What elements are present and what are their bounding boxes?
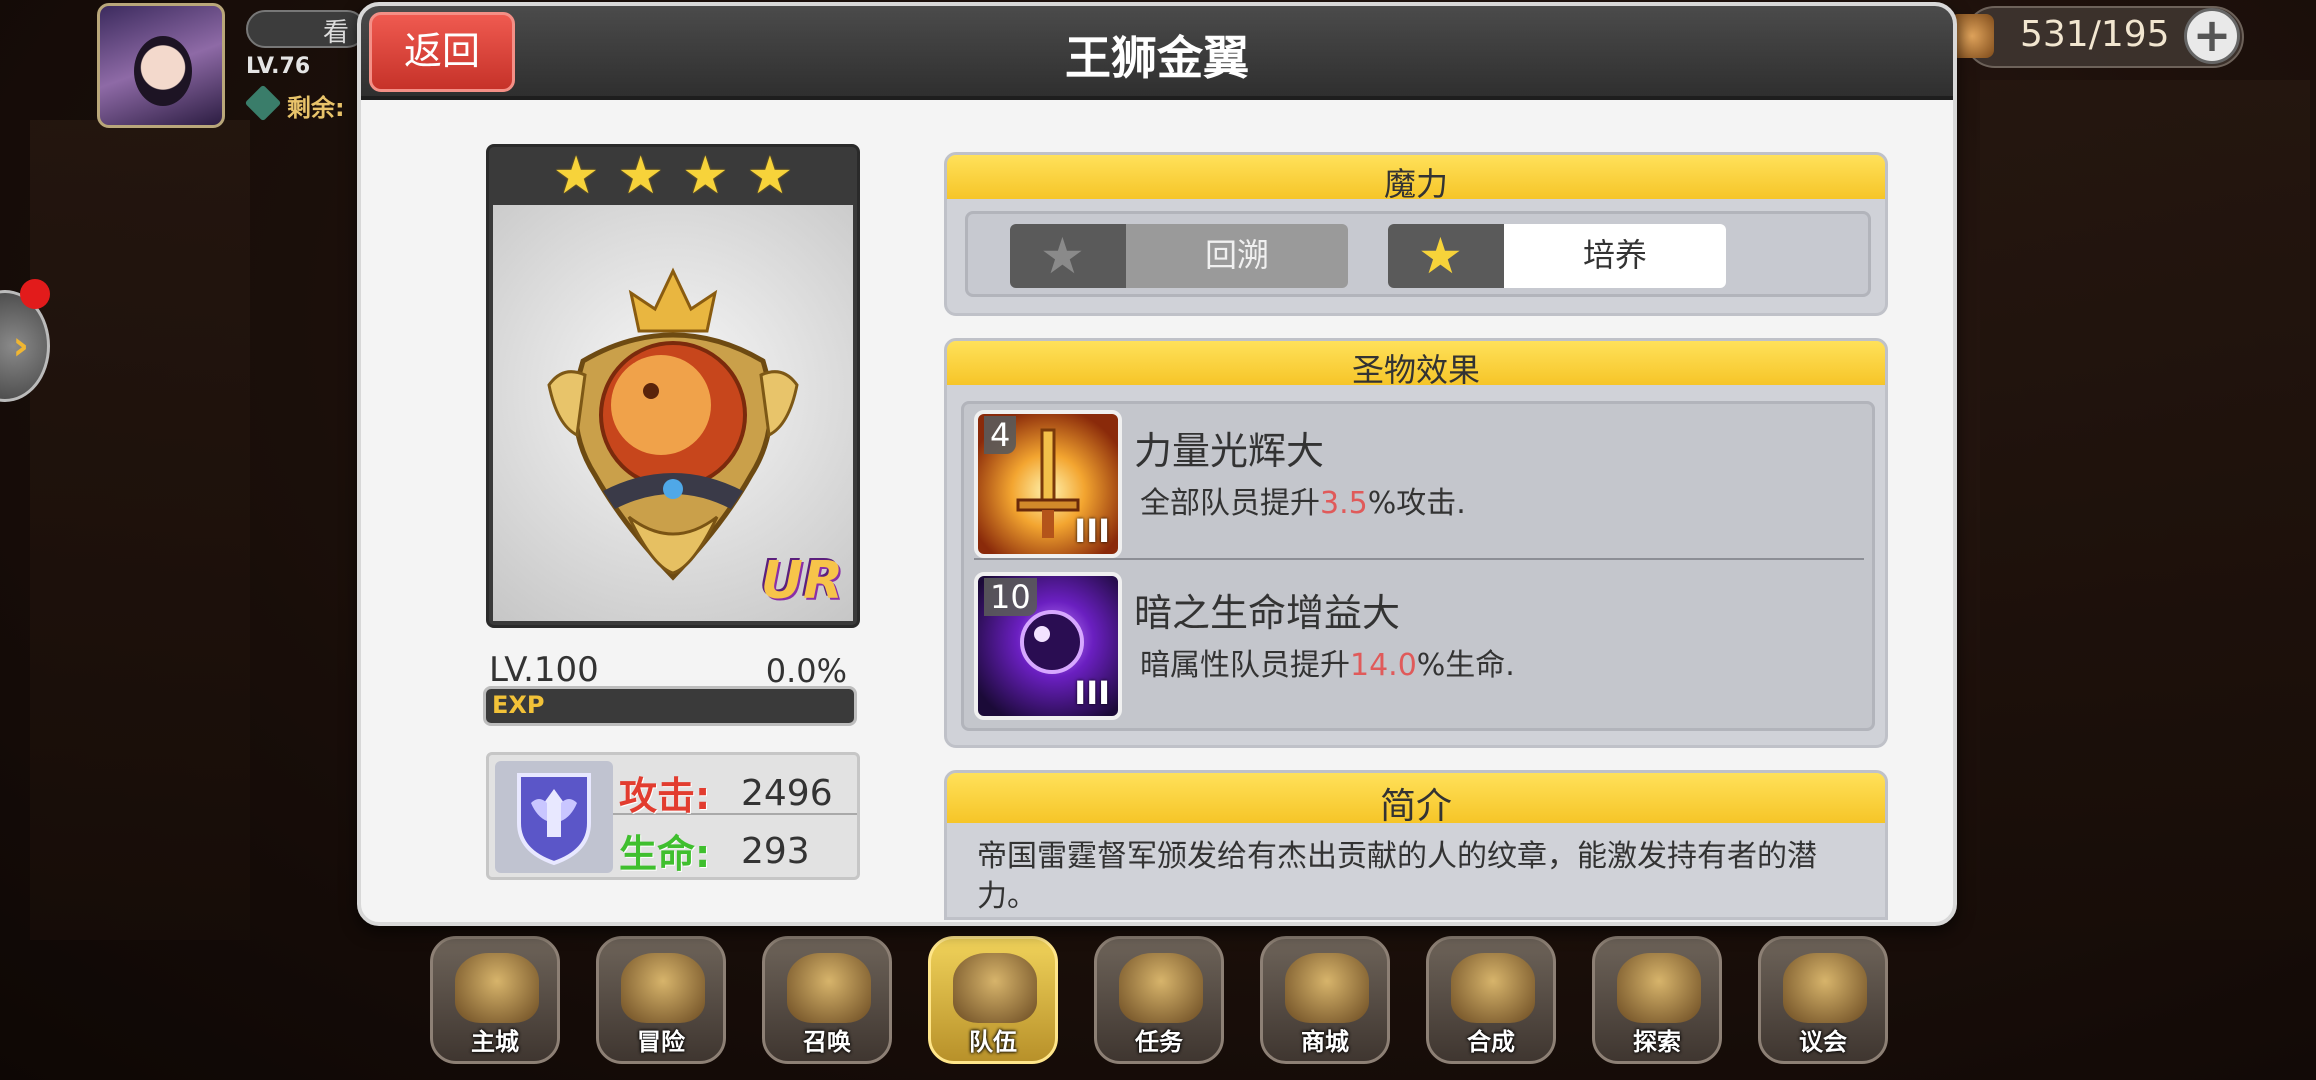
- effect-desc: 暗属性队员提升14.0%生命.: [1140, 640, 1515, 684]
- nav-label: 探索: [1633, 1028, 1681, 1056]
- nav-label: 队伍: [969, 1028, 1017, 1056]
- notification-dot: [20, 279, 50, 309]
- item-card: ★ ★ ★ ★ UR: [486, 144, 860, 628]
- effect-row: 10 III 暗之生命增益大 暗属性队员提升14.0%生命.: [974, 572, 1864, 722]
- nav-label: 召唤: [803, 1028, 851, 1056]
- hud-view-label: 看: [323, 18, 350, 48]
- magic-title: 魔力: [1383, 165, 1448, 203]
- player-avatar[interactable]: [97, 3, 225, 128]
- effect-desc-value: 14.0: [1350, 648, 1417, 683]
- nav-item[interactable]: 召唤: [762, 936, 892, 1064]
- relic-effects-section: 圣物效果 4 III 力量光辉大 全部队员提升3.5%攻击. 10 III 暗之…: [944, 338, 1888, 748]
- item-detail-dialog: 返回 王狮金翼 ★ ★ ★ ★ UR LV.100 0.0% EXP 攻击: 2…: [357, 2, 1957, 926]
- nav-item[interactable]: 商城: [1260, 936, 1390, 1064]
- effect-tier: III: [1074, 674, 1110, 712]
- intro-title: 简介: [1379, 786, 1452, 827]
- nav-item[interactable]: 议会: [1758, 936, 1888, 1064]
- shop-tree-icon: [1285, 953, 1369, 1023]
- nav-label: 商城: [1301, 1028, 1349, 1056]
- exp-label: EXP: [492, 691, 545, 719]
- potion-flask-icon: [1451, 953, 1535, 1023]
- crossed-axes-icon: [621, 953, 705, 1023]
- winged-shield-icon: [517, 773, 591, 866]
- dialog-header: 返回 王狮金翼: [361, 6, 1953, 100]
- effects-title: 圣物效果: [1351, 351, 1480, 389]
- nav-item[interactable]: 主城: [430, 936, 560, 1064]
- nav-label: 议会: [1799, 1028, 1847, 1056]
- level-exp: LV.100 0.0% EXP: [483, 646, 857, 726]
- nav-item[interactable]: 任务: [1094, 936, 1224, 1064]
- train-button[interactable]: ★ 培养: [1388, 224, 1726, 288]
- star-icon: ★: [552, 146, 600, 206]
- star-rating: ★ ★ ★ ★: [489, 147, 857, 205]
- resource-value: 531/195: [2020, 14, 2170, 55]
- council-crest-icon: [1783, 953, 1867, 1023]
- effects-list: 4 III 力量光辉大 全部队员提升3.5%攻击. 10 III 暗之生命增益大…: [961, 401, 1875, 731]
- effect-desc-post: %生命.: [1416, 648, 1515, 683]
- exp-bar: EXP: [483, 686, 857, 726]
- hp-value: 293: [741, 831, 810, 872]
- magic-section: 魔力 ★ 回溯 ★ 培养: [944, 152, 1888, 316]
- nav-item[interactable]: 探索: [1592, 936, 1722, 1064]
- castle-icon: [455, 953, 539, 1023]
- rewind-button[interactable]: ★ 回溯: [1010, 224, 1348, 288]
- dialog-title: 王狮金翼: [1065, 31, 1249, 85]
- intro-text: 帝国雷霆督军颁发给有杰出贡献的人的纹章，能激发持有者的潜力。: [977, 839, 1817, 914]
- intro-header: 简介: [947, 773, 1885, 827]
- shovel-icon: [1617, 953, 1701, 1023]
- stats-panel: 攻击: 2496 生命: 293: [486, 752, 860, 880]
- effect-desc-value: 3.5: [1320, 486, 1368, 521]
- shield-emblem: [495, 761, 613, 873]
- star-icon: ★: [617, 146, 664, 206]
- nav-item[interactable]: 队伍: [928, 936, 1058, 1064]
- exp-percent: 0.0%: [765, 652, 847, 690]
- effect-tier: III: [1074, 512, 1110, 550]
- star-icon: ★: [746, 146, 794, 206]
- effect-count: 4: [984, 416, 1017, 454]
- winged-helmet-icon: [953, 953, 1037, 1023]
- player-level: LV.76: [246, 54, 311, 79]
- nav-label: 任务: [1135, 1028, 1183, 1056]
- effect-desc-pre: 暗属性队员提升: [1140, 648, 1350, 683]
- add-resource-button[interactable]: +: [2184, 8, 2240, 64]
- nav-label: 主城: [471, 1028, 519, 1056]
- effect-name: 暗之生命增益大: [1134, 591, 1401, 635]
- summon-card-icon: [787, 953, 871, 1023]
- effect-desc-pre: 全部队员提升: [1140, 486, 1320, 521]
- dark-orb-icon[interactable]: 10 III: [974, 572, 1122, 720]
- avatar-face: [134, 36, 192, 106]
- train-star-icon: ★: [1388, 224, 1504, 288]
- rewind-label: 回溯: [1126, 224, 1348, 288]
- item-art: UR: [493, 205, 853, 621]
- hp-label: 生命:: [619, 832, 711, 876]
- train-label: 培养: [1504, 224, 1726, 288]
- sword-icon[interactable]: 4 III: [974, 410, 1122, 558]
- attack-label: 攻击:: [619, 774, 711, 818]
- nav-item[interactable]: 合成: [1426, 936, 1556, 1064]
- intro-section: 简介 帝国雷霆督军颁发给有杰出贡献的人的纹章，能激发持有者的潜力。: [944, 770, 1888, 920]
- effect-row: 4 III 力量光辉大 全部队员提升3.5%攻击.: [974, 410, 1864, 560]
- scroll-book-icon: [1119, 953, 1203, 1023]
- star-icon: ★: [682, 146, 729, 206]
- effect-name: 力量光辉大: [1134, 429, 1325, 473]
- lion-crest-icon: [547, 267, 799, 581]
- nav-label: 合成: [1467, 1028, 1515, 1056]
- bottom-nav: 主城 冒险 召唤 队伍 任务 商城 合成 探索 议会: [430, 936, 1890, 1066]
- attack-row: 攻击: 2496: [613, 759, 857, 818]
- nav-label: 冒险: [637, 1028, 685, 1056]
- hp-row: 生命: 293: [613, 817, 857, 876]
- nav-item[interactable]: 冒险: [596, 936, 726, 1064]
- effect-desc: 全部队员提升3.5%攻击.: [1140, 478, 1466, 522]
- magic-controls: ★ 回溯 ★ 培养: [965, 211, 1871, 297]
- attack-value: 2496: [741, 773, 833, 814]
- rewind-star-icon: ★: [1010, 224, 1126, 288]
- effects-header: 圣物效果: [947, 341, 1885, 389]
- chevron-right-icon: ›: [12, 323, 29, 369]
- hud-remain-label: 剩余:: [287, 94, 345, 122]
- rarity-badge: UR: [760, 551, 843, 611]
- magic-header: 魔力: [947, 155, 1885, 203]
- effect-count: 10: [984, 578, 1037, 616]
- effect-desc-post: %攻击.: [1367, 486, 1466, 521]
- item-level: LV.100: [489, 650, 599, 690]
